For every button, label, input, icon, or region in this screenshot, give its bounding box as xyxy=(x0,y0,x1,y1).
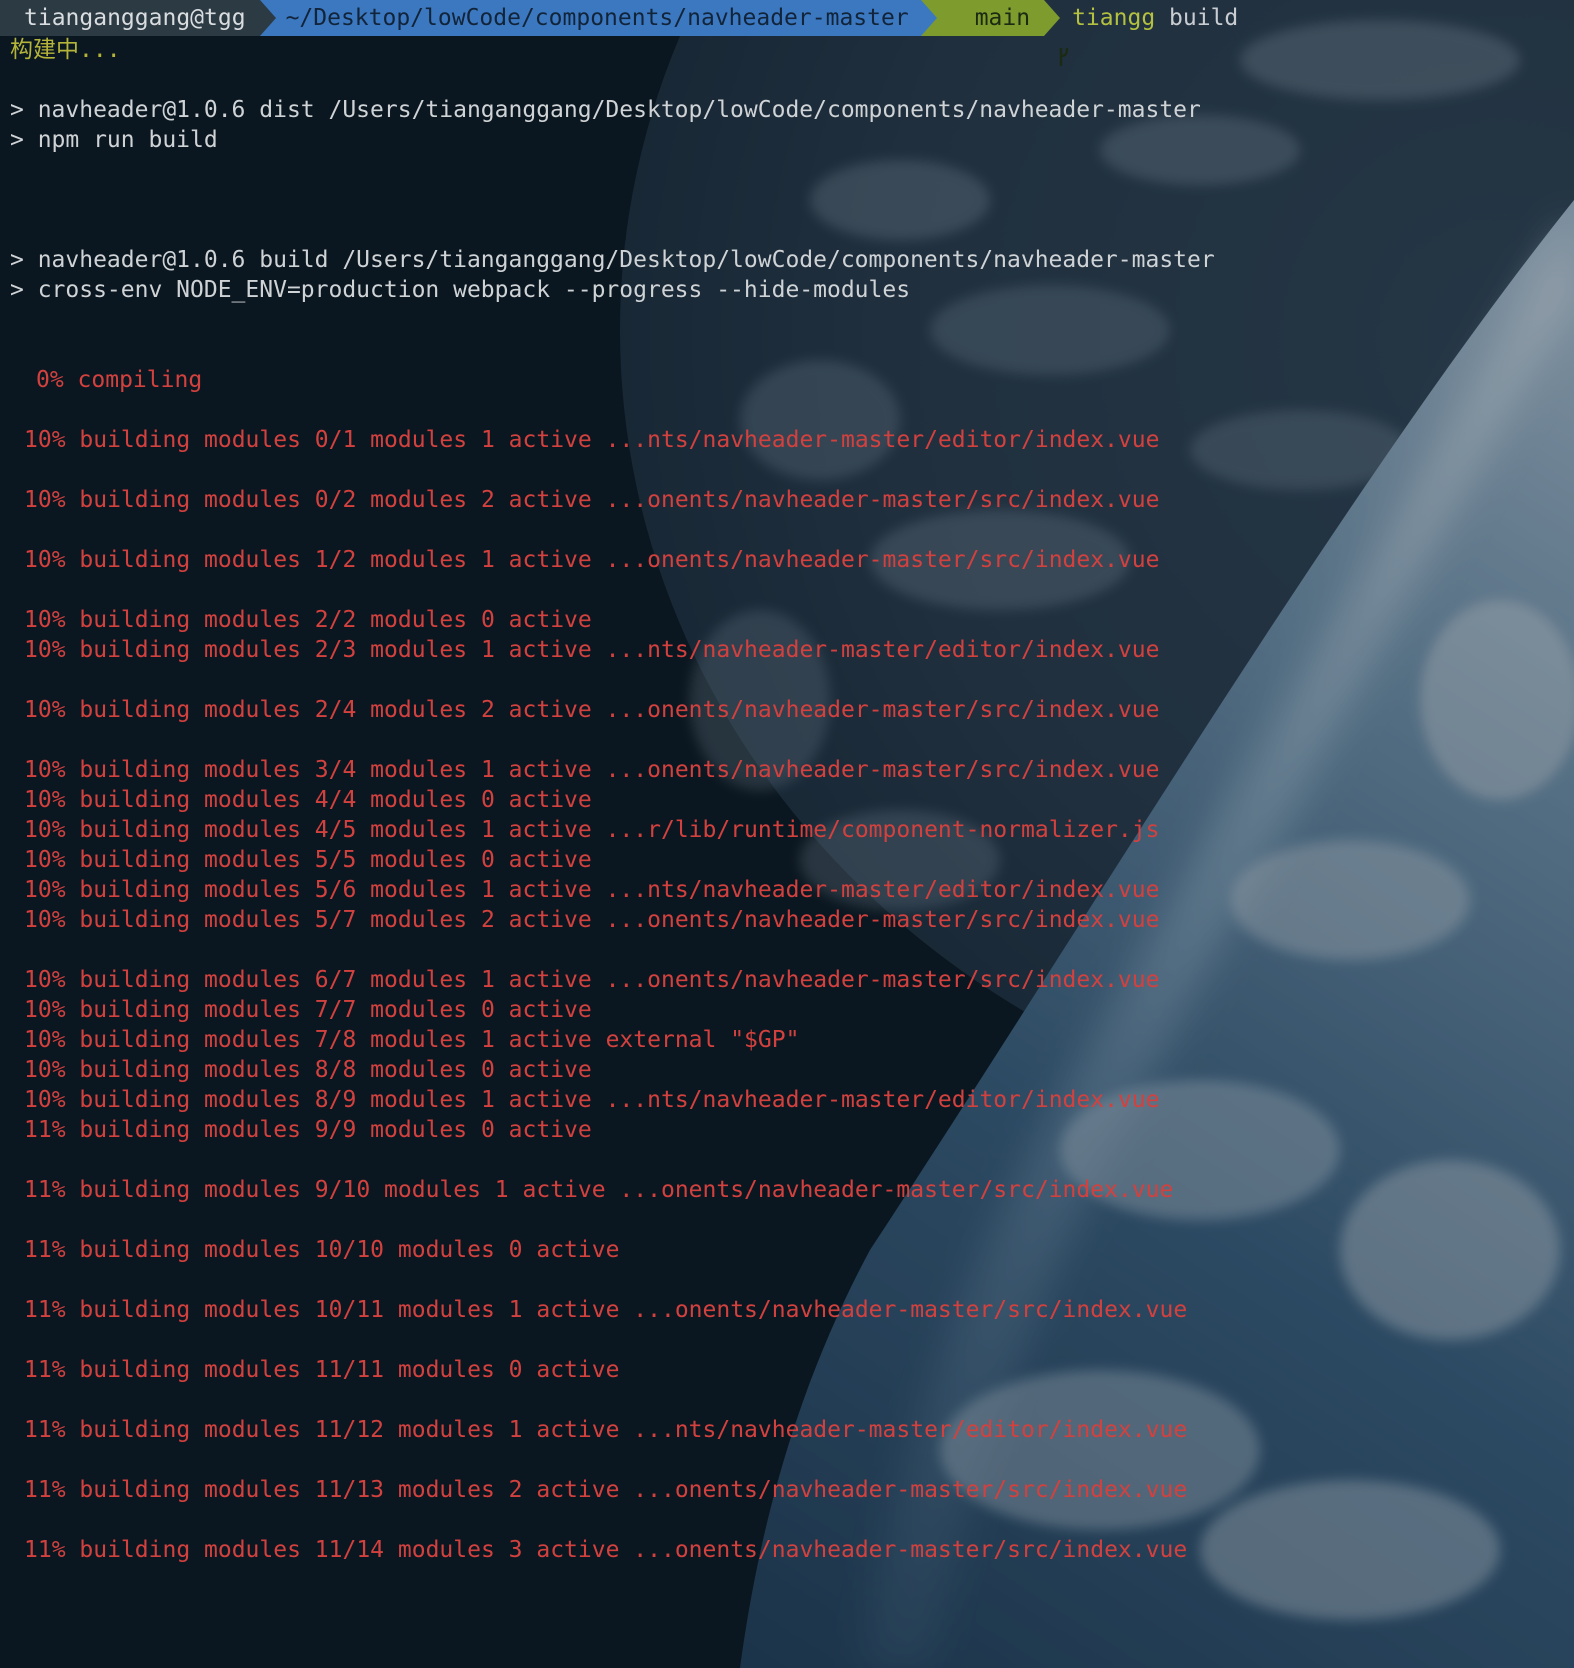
build-line: 11% building modules 11/11 modules 0 act… xyxy=(24,1357,620,1383)
build-line: 10% building modules 2/3 modules 1 activ… xyxy=(24,637,1160,663)
build-line: 10% building modules 2/2 modules 0 activ… xyxy=(24,607,592,633)
build-line: 11% building modules 10/11 modules 1 act… xyxy=(24,1297,1188,1323)
segment-separator-icon xyxy=(259,0,276,36)
segment-separator-icon xyxy=(1044,0,1061,36)
command-name: tiangg xyxy=(1072,5,1156,31)
build-line: 10% building modules 8/8 modules 0 activ… xyxy=(24,1057,592,1083)
status-text: 构建中... xyxy=(10,37,121,63)
compiling-line: 0% compiling xyxy=(36,367,203,393)
build-line: 10% building modules 8/9 modules 1 activ… xyxy=(24,1087,1160,1113)
segment-separator-icon xyxy=(920,0,937,36)
build-line: 10% building modules 5/7 modules 2 activ… xyxy=(24,907,1160,933)
prompt-path-segment: ~/Desktop/lowCode/components/navheader-m… xyxy=(259,0,937,36)
prompt-git-segment: main xyxy=(920,0,1069,66)
build-line: 10% building modules 5/6 modules 1 activ… xyxy=(24,877,1160,903)
prompt-user: tianganggang@tgg xyxy=(24,5,246,31)
command-argument-text: build xyxy=(1169,5,1239,31)
build-line: 10% building modules 7/8 modules 1 activ… xyxy=(24,1027,800,1053)
command-argument: build xyxy=(1155,5,1238,31)
build-line: 11% building modules 10/10 modules 0 act… xyxy=(24,1237,620,1263)
npm-line: > navheader@1.0.6 build /Users/tiangangg… xyxy=(10,247,1215,273)
build-line: 10% building modules 2/4 modules 2 activ… xyxy=(24,697,1160,723)
build-line: 10% building modules 4/4 modules 0 activ… xyxy=(24,787,592,813)
npm-line: > npm run build xyxy=(10,127,218,153)
npm-line: > navheader@1.0.6 dist /Users/tiangangga… xyxy=(10,97,1201,123)
prompt-user-segment: tianganggang@tgg xyxy=(0,0,276,36)
git-branch-icon xyxy=(947,7,1069,66)
npm-line: > cross-env NODE_ENV=production webpack … xyxy=(10,277,911,303)
build-line: 11% building modules 11/14 modules 3 act… xyxy=(24,1537,1188,1563)
build-line: 11% building modules 9/9 modules 0 activ… xyxy=(24,1117,592,1143)
build-line: 10% building modules 0/1 modules 1 activ… xyxy=(24,427,1160,453)
build-line: 10% building modules 0/2 modules 2 activ… xyxy=(24,487,1160,513)
prompt-path: ~/Desktop/lowCode/components/navheader-m… xyxy=(285,5,909,31)
prompt-branch: main xyxy=(974,5,1031,31)
build-line: 10% building modules 4/5 modules 1 activ… xyxy=(24,817,1160,843)
terminal-window[interactable]: tianganggang@tgg ~/Desktop/lowCode/compo… xyxy=(0,0,1574,1668)
build-line: 10% building modules 6/7 modules 1 activ… xyxy=(24,967,1160,993)
build-line: 10% building modules 7/7 modules 0 activ… xyxy=(24,997,592,1023)
build-line: 10% building modules 5/5 modules 0 activ… xyxy=(24,847,592,873)
build-line: 11% building modules 9/10 modules 1 acti… xyxy=(24,1177,1174,1203)
build-line: 10% building modules 3/4 modules 1 activ… xyxy=(24,757,1160,783)
build-line: 10% building modules 1/2 modules 1 activ… xyxy=(24,547,1160,573)
build-line: 11% building modules 11/12 modules 1 act… xyxy=(24,1417,1188,1443)
build-line: 11% building modules 11/13 modules 2 act… xyxy=(24,1477,1188,1503)
shell-prompt: tianganggang@tgg ~/Desktop/lowCode/compo… xyxy=(0,0,1238,66)
